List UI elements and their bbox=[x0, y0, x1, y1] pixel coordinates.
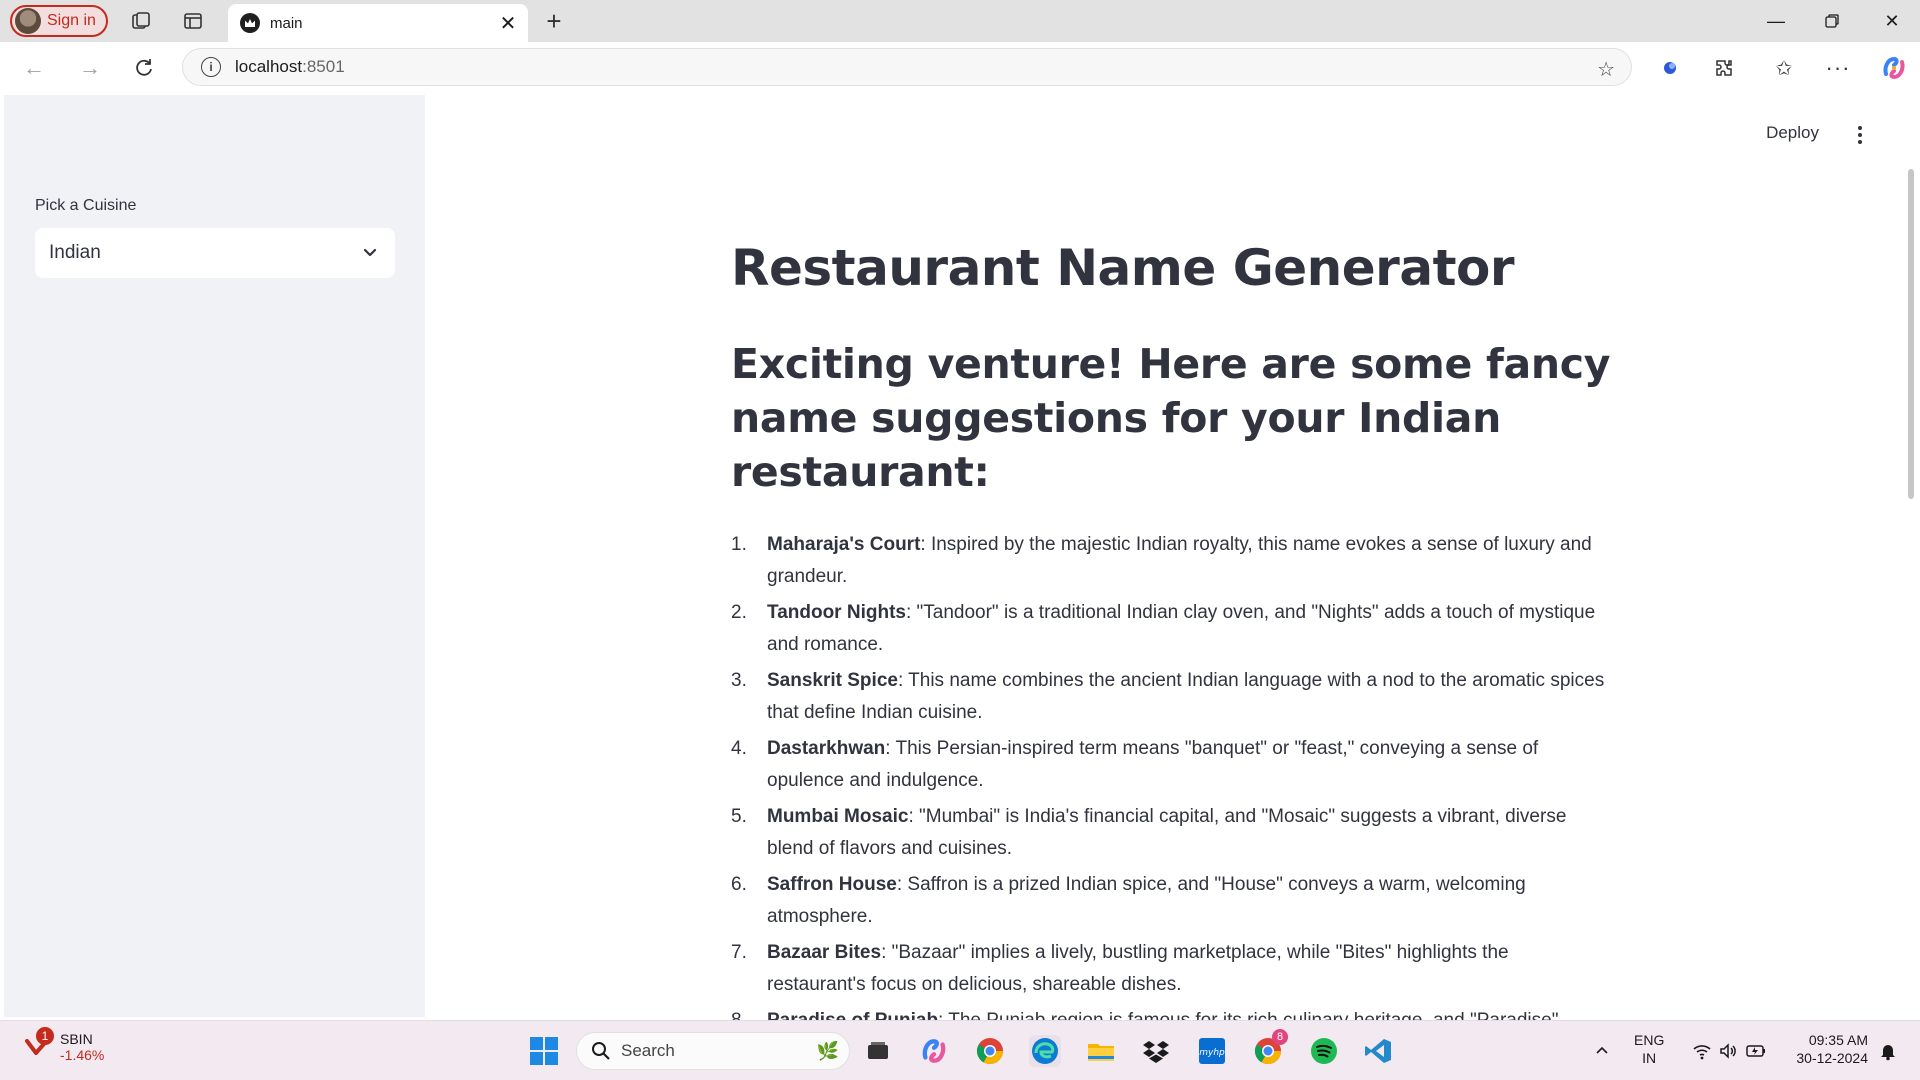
cuisine-select-label: Pick a Cuisine bbox=[35, 197, 137, 214]
browser-toolbar: ← → i localhost:8501 ☆ ✩ ··· bbox=[0, 42, 1920, 137]
windows-start-icon[interactable] bbox=[528, 1035, 560, 1067]
list-item: 7. Bazaar Bites: "Bazaar" implies a livel… bbox=[731, 942, 1509, 995]
stock-change: -1.46% bbox=[60, 1047, 105, 1063]
main-scrollbar[interactable] bbox=[1908, 169, 1914, 499]
windows-taskbar: 1 SBIN -1.46% Search 🌿 myhp 8 ENG IN 09:… bbox=[0, 1020, 1920, 1080]
file-explorer-icon[interactable] bbox=[1085, 1035, 1117, 1067]
url-text: localhost:8501 bbox=[235, 57, 345, 76]
chevron-down-icon bbox=[363, 248, 377, 257]
page-title: Restaurant Name Generator bbox=[731, 239, 1514, 297]
stock-trend-icon: 1 bbox=[24, 1027, 54, 1059]
tab-actions-icon[interactable] bbox=[180, 8, 206, 34]
task-view-icon[interactable] bbox=[862, 1035, 894, 1067]
myhp-icon[interactable]: myhp bbox=[1196, 1035, 1228, 1067]
tab-title: main bbox=[270, 14, 303, 32]
language-indicator[interactable]: ENG IN bbox=[1634, 1031, 1664, 1067]
list-item: 5. Mumbai Mosaic: "Mumbai" is India's fin… bbox=[731, 806, 1567, 859]
browser-tabstrip: Sign in main ✕ + — ✕ bbox=[0, 0, 1920, 42]
info-icon[interactable]: i bbox=[201, 57, 221, 77]
main-content: Deploy Restaurant Name Generator Excitin… bbox=[425, 95, 1916, 1063]
clock[interactable]: 09:35 AM 30-12-2024 bbox=[1784, 1031, 1868, 1067]
copilot-icon[interactable] bbox=[1880, 54, 1908, 82]
sign-in-label: Sign in bbox=[47, 12, 96, 29]
cuisine-select-value: Indian bbox=[49, 242, 101, 263]
favorite-star-icon[interactable]: ☆ bbox=[1597, 57, 1615, 82]
profile-avatar bbox=[15, 8, 41, 34]
chrome-profile-icon[interactable]: 8 bbox=[1252, 1029, 1288, 1067]
list-item: 1. Maharaja's Court: Inspired by the maje… bbox=[731, 534, 1592, 587]
list-item: 4. Dastarkhwan: This Persian-inspired ter… bbox=[731, 738, 1539, 791]
streamlit-favicon-icon bbox=[240, 13, 260, 33]
chrome-badge: 8 bbox=[1272, 1029, 1288, 1045]
back-icon[interactable]: ← bbox=[18, 52, 50, 84]
stock-badge: 1 bbox=[36, 1027, 54, 1045]
vscode-icon[interactable] bbox=[1362, 1035, 1394, 1067]
edge-icon[interactable] bbox=[1029, 1035, 1061, 1067]
sign-in-button[interactable]: Sign in bbox=[10, 5, 108, 37]
spotify-icon[interactable] bbox=[1308, 1035, 1340, 1067]
close-tab-icon[interactable]: ✕ bbox=[496, 11, 520, 35]
streamlit-app: Pick a Cuisine Indian Deploy Restaurant … bbox=[4, 95, 1916, 1063]
chevron-up-icon[interactable] bbox=[1586, 1035, 1618, 1067]
new-tab-button[interactable]: + bbox=[540, 8, 568, 36]
browser-tab-main[interactable]: main ✕ bbox=[228, 4, 528, 42]
battery-icon[interactable] bbox=[1740, 1035, 1772, 1067]
copilot-taskbar-icon[interactable] bbox=[918, 1035, 950, 1067]
extensions-icon[interactable] bbox=[1710, 54, 1738, 82]
copilot-sidebar-icon[interactable] bbox=[1656, 54, 1684, 82]
search-placeholder: Search bbox=[621, 1041, 675, 1060]
deploy-button[interactable]: Deploy bbox=[1766, 123, 1819, 143]
forward-icon[interactable]: → bbox=[74, 52, 106, 84]
minimize-window-icon[interactable]: — bbox=[1756, 6, 1796, 36]
stock-name: SBIN bbox=[60, 1031, 93, 1047]
dropbox-icon[interactable] bbox=[1140, 1035, 1172, 1067]
notifications-icon[interactable] bbox=[1872, 1035, 1904, 1067]
refresh-icon[interactable] bbox=[128, 52, 160, 84]
chrome-icon[interactable] bbox=[974, 1035, 1006, 1067]
stock-widget[interactable]: 1 SBIN -1.46% bbox=[24, 1027, 105, 1063]
content-block: Restaurant Name Generator Exciting ventu… bbox=[731, 235, 1611, 1073]
sidebar: Pick a Cuisine Indian bbox=[4, 95, 425, 1017]
favorites-icon[interactable]: ✩ bbox=[1770, 54, 1798, 82]
more-icon[interactable]: ··· bbox=[1824, 54, 1852, 82]
list-item: 6. Saffron House: Saffron is a prized Ind… bbox=[731, 874, 1526, 927]
search-icon bbox=[592, 1042, 610, 1060]
suggestions-heading: Exciting venture! Here are some fancy na… bbox=[731, 340, 1611, 496]
svg-text:myhp: myhp bbox=[1199, 1048, 1225, 1058]
close-window-icon[interactable]: ✕ bbox=[1872, 6, 1912, 36]
kebab-menu-icon[interactable] bbox=[1850, 123, 1870, 147]
address-bar[interactable]: i localhost:8501 ☆ bbox=[182, 48, 1632, 86]
list-item: 3. Sanskrit Spice: This name combines the… bbox=[731, 670, 1605, 723]
restore-window-icon[interactable] bbox=[1812, 6, 1852, 36]
cuisine-select[interactable]: Indian bbox=[35, 228, 395, 278]
list-item: 2. Tandoor Nights: "Tandoor" is a traditi… bbox=[731, 602, 1596, 655]
search-highlight-icon: 🌿 bbox=[816, 1040, 839, 1061]
taskbar-search[interactable]: Search 🌿 bbox=[576, 1032, 850, 1070]
workspaces-icon[interactable] bbox=[128, 8, 154, 34]
suggestions-list: 1. Maharaja's Court: Inspired by the maje… bbox=[731, 529, 1611, 1069]
